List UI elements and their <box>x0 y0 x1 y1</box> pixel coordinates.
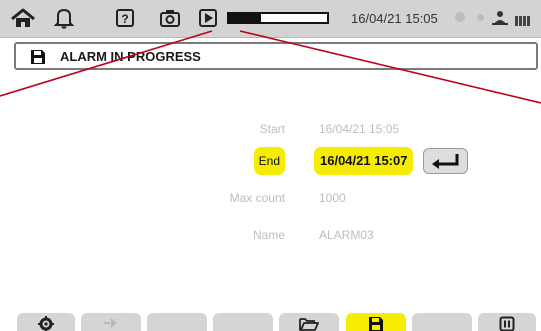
page-title: ALARM IN PROGRESS <box>60 49 201 64</box>
max-count-value: 1000 <box>319 191 346 205</box>
help-icon[interactable]: ? <box>114 6 136 30</box>
folder-open-icon <box>299 318 319 331</box>
toolbar-blank-button-2[interactable] <box>213 313 273 331</box>
settings-button[interactable] <box>17 313 75 331</box>
start-row: Start 16/04/21 15:05 <box>0 116 541 144</box>
start-value: 16/04/21 15:05 <box>319 122 400 136</box>
play-disabled-icon <box>104 318 117 328</box>
status-bar: ? 16/04/21 15:05 <box>0 0 541 38</box>
user-network-icon <box>491 9 509 32</box>
end-value-field[interactable]: 16/04/21 15:07 <box>314 147 414 175</box>
toolbar-blank-button-3[interactable] <box>412 313 472 331</box>
start-label: Start <box>259 122 285 136</box>
bell-icon[interactable] <box>52 6 76 30</box>
name-value: ALARM03 <box>319 228 374 242</box>
svg-text:?: ? <box>121 12 128 26</box>
enter-button[interactable] <box>423 148 468 174</box>
bottom-toolbar <box>0 313 541 331</box>
play-icon[interactable] <box>197 6 219 30</box>
name-label: Name <box>252 228 285 242</box>
recording-progress-bar <box>227 12 329 24</box>
max-count-label: Max count <box>229 191 285 205</box>
gear-icon <box>38 316 54 331</box>
status-datetime: 16/04/21 15:05 <box>351 11 438 26</box>
disabled-play-button[interactable] <box>81 313 141 331</box>
toolbar-blank-button-1[interactable] <box>147 313 207 331</box>
home-icon[interactable] <box>8 6 38 30</box>
camera-icon[interactable] <box>158 6 182 30</box>
pause-button[interactable] <box>478 313 536 331</box>
faint-dot-icon <box>477 14 484 21</box>
title-bar: ALARM IN PROGRESS <box>14 42 538 70</box>
floppy-disk-icon <box>369 317 383 331</box>
floppy-disk-icon <box>30 49 46 70</box>
save-button[interactable] <box>346 313 406 331</box>
enter-return-icon <box>432 154 459 169</box>
end-label[interactable]: End <box>253 147 285 175</box>
name-row: Name ALARM03 <box>0 222 541 250</box>
open-folder-button[interactable] <box>279 313 339 331</box>
pause-icon <box>499 316 515 331</box>
device-screen: ? 16/04/21 15:05 ALARM IN PROGRESS Start… <box>0 0 541 331</box>
battery-icon <box>515 13 537 26</box>
max-count-row: Max count 1000 <box>0 185 541 213</box>
faint-indicator-icon <box>455 12 465 22</box>
progress-fill <box>229 14 262 22</box>
